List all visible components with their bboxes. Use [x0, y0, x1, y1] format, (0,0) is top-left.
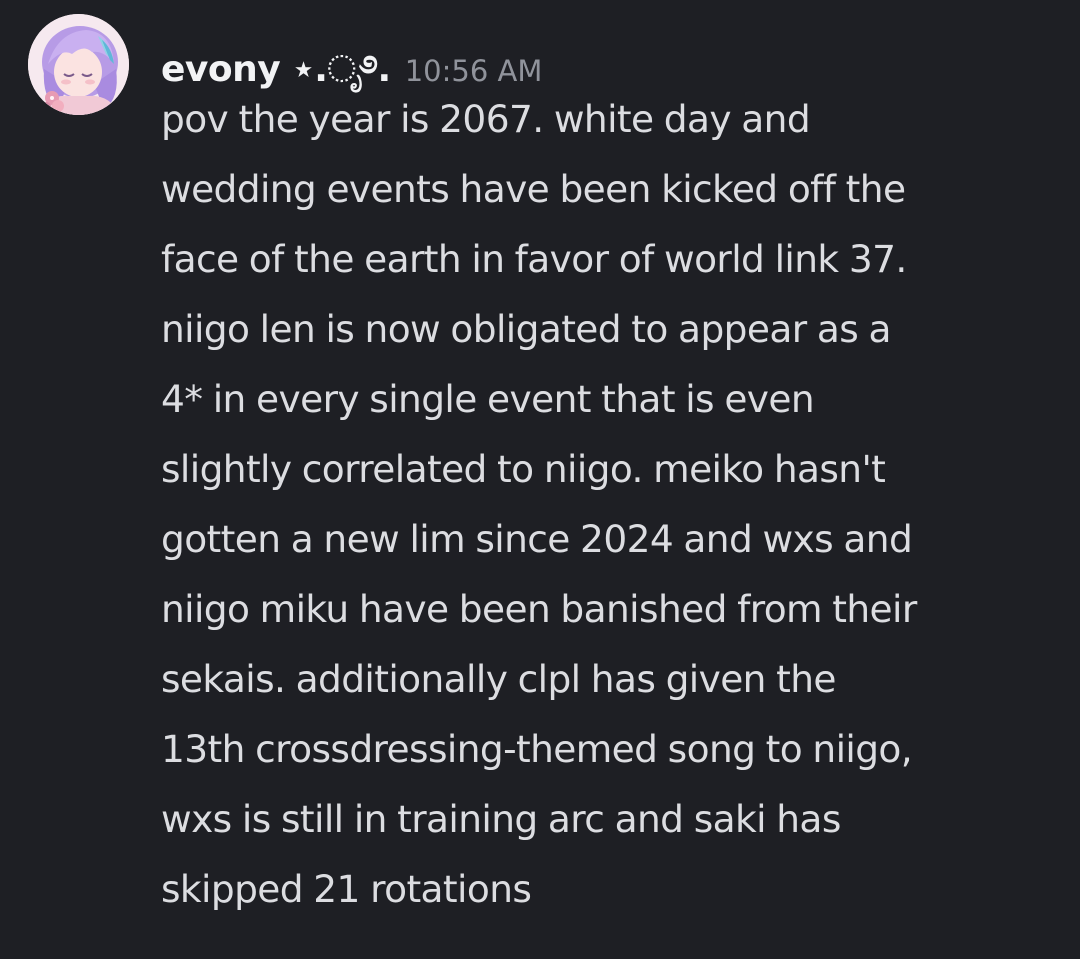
- message-line: niigo miku have been banished from their: [161, 587, 917, 631]
- message-line: face of the earth in favor of world link…: [161, 237, 907, 281]
- message-line: sekais. additionally clpl has given the: [161, 657, 837, 701]
- message-line: skipped 21 rotations: [161, 867, 532, 911]
- message-content: pov the year is 2067. white day and wedd…: [161, 84, 1061, 924]
- message-line: wedding events have been kicked off the: [161, 167, 906, 211]
- message-line: gotten a new lim since 2024 and wxs and: [161, 517, 913, 561]
- avatar-image: [28, 14, 129, 115]
- message-line: niigo len is now obligated to appear as …: [161, 307, 891, 351]
- message-timestamp: 10:56 AM: [404, 54, 543, 88]
- message-header: evony ⋆.ೃ࿔. 10:56 AM: [161, 28, 542, 90]
- message-line: pov the year is 2067. white day and: [161, 97, 811, 141]
- chat-message: evony ⋆.ೃ࿔. 10:56 AM pov the year is 206…: [0, 0, 1080, 959]
- message-line: 13th crossdressing-themed song to niigo,: [161, 727, 913, 771]
- message-line: 4* in every single event that is even: [161, 377, 815, 421]
- message-line: wxs is still in training arc and saki ha…: [161, 797, 841, 841]
- message-line: slightly correlated to niigo. meiko hasn…: [161, 447, 886, 491]
- user-avatar[interactable]: [28, 14, 129, 115]
